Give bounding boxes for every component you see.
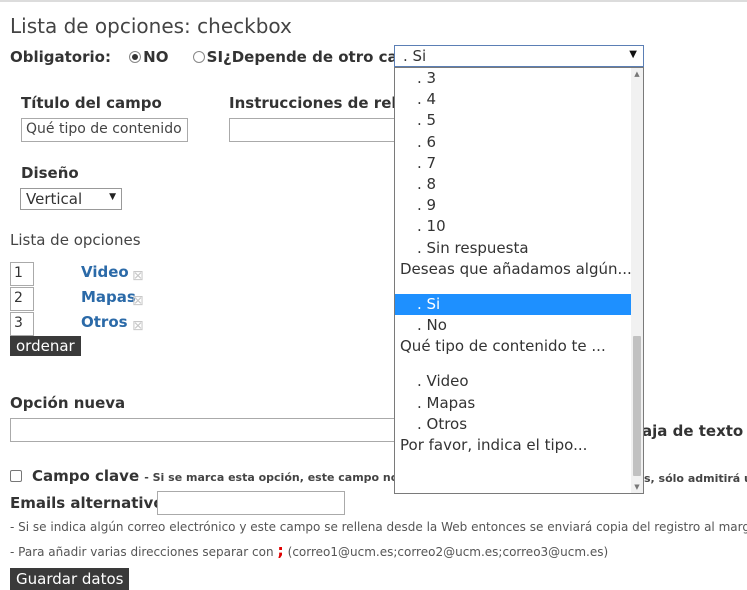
key-field-label: Campo clave [32,467,140,485]
required-label: Obligatorio: [10,48,111,66]
dropdown-option[interactable]: . 9 [395,195,632,216]
key-field-note: - Si se marca esta opción, este campo no… [144,471,423,484]
dropdown-spacer [395,357,632,371]
scroll-down-icon[interactable]: ▼ [631,481,643,493]
chevron-down-icon: ▼ [109,192,116,202]
required-row: Obligatorio: NO SI¿Depende de otro campo… [10,47,449,66]
depends-select[interactable]: . Si ▼ [394,45,644,67]
new-option-label: Opción nueva [10,394,126,412]
dropdown-option[interactable]: . Sin respuesta [395,238,632,259]
alt-emails-input[interactable] [157,491,345,515]
required-no-label: NO [143,48,169,66]
required-si-label: SI [206,48,224,66]
required-no-radio[interactable] [129,51,142,63]
depends-select-value: . Si [403,47,427,65]
dropdown-option[interactable]: . 4 [395,89,632,110]
alt-emails-note-2-suffix: (correo1@ucm.es;correo2@ucm.es;correo3@u… [287,545,609,559]
top-border [0,0,747,2]
dropdown-scrollbar[interactable]: ▲ ▼ [631,68,643,493]
dropdown-option[interactable]: . 6 [395,132,632,153]
option-link-1[interactable]: Video [81,263,129,281]
dropdown-option[interactable]: . Mapas [395,393,632,414]
chevron-down-icon: ▼ [629,49,637,60]
dropdown-option[interactable]: . Video [395,371,632,392]
option-order-3[interactable]: 3 [10,312,34,336]
key-field-checkbox[interactable] [10,470,22,482]
options-list-label: Lista de opciones [10,231,141,249]
alt-emails-note-2: - Para añadir varias direcciones separar… [10,541,608,560]
dropdown-option[interactable]: . 7 [395,153,632,174]
depends-dropdown-list[interactable]: . 3. 4. 5. 6. 7. 8. 9. 10. Sin respuesta… [394,67,644,494]
dropdown-option[interactable]: . Si [395,293,632,316]
new-option-input[interactable] [10,418,410,442]
dropdown-group-label: Por favor, indica el tipo... [400,436,588,454]
option-order-2[interactable]: 2 [10,287,34,311]
text-box-label: aja de texto [642,422,744,440]
required-si-radio[interactable] [192,51,205,63]
option-order-1[interactable]: 1 [10,262,34,286]
key-field-note-tail: s, sólo admitirá ur [644,472,747,485]
separator-mark: ; [277,541,284,560]
save-button[interactable]: Guardar datos [10,568,130,590]
sort-button[interactable]: ordenar [10,336,81,356]
field-title-label: Título del campo [21,94,162,112]
dropdown-option[interactable]: . Otros [395,414,632,435]
instructions-input[interactable] [229,118,399,142]
dropdown-option[interactable]: . 10 [395,216,632,237]
close-icon[interactable]: ⊠ [132,293,144,309]
alt-emails-note-2-prefix: - Para añadir varias direcciones separar… [10,545,274,559]
key-field-row: Campo clave - Si se marca esta opción, e… [10,466,423,485]
dropdown-group-label: Qué tipo de contenido te ... [400,337,606,356]
dropdown-option[interactable]: . 5 [395,110,632,131]
close-icon[interactable]: ⊠ [132,268,144,284]
option-link-2[interactable]: Mapas [81,288,136,306]
dropdown-option[interactable]: . 3 [395,68,632,89]
option-link-3[interactable]: Otros [81,313,128,331]
page-title: Lista de opciones: checkbox [10,14,292,38]
dropdown-items: . 3. 4. 5. 6. 7. 8. 9. 10. Sin respuesta… [395,68,632,456]
alt-emails-label: Emails alternativos [10,494,173,512]
dropdown-spacer [395,280,632,294]
design-label: Diseño [21,164,79,182]
close-icon[interactable]: ⊠ [132,318,144,334]
design-select-value: Vertical [26,190,83,208]
scroll-thumb[interactable] [633,336,641,476]
field-title-input[interactable]: Qué tipo de contenido [21,118,188,142]
dropdown-group-label: Deseas que añadamos algún... [400,259,632,278]
scroll-up-icon[interactable]: ▲ [631,68,643,80]
alt-emails-note-1: - Si se indica algún correo electrónico … [10,520,747,534]
dropdown-option[interactable]: . 8 [395,174,632,195]
design-select[interactable]: Vertical ▼ [20,188,122,210]
dropdown-option[interactable]: . No [395,315,632,336]
